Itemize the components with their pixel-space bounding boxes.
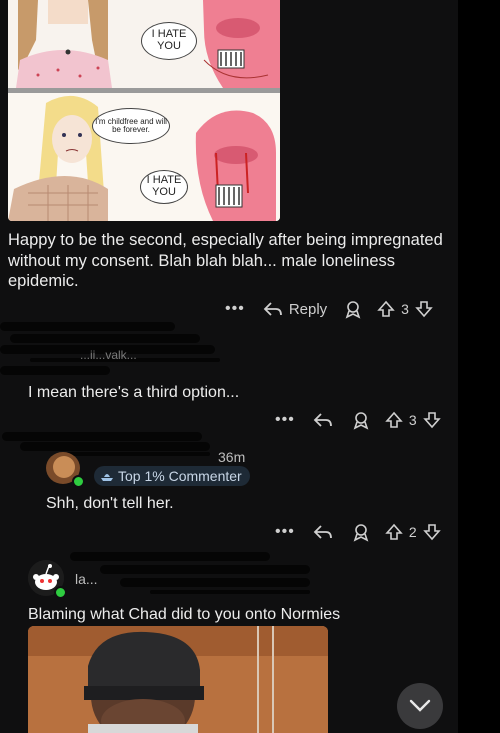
meme-bubble-top: I HATE YOU (141, 22, 197, 60)
chevron-down-icon (409, 699, 431, 712)
right-rail (458, 0, 500, 733)
reply-icon (263, 302, 282, 316)
comment2-action-bar: ••• 2 (275, 522, 441, 542)
more-options-button[interactable]: ••• (225, 300, 245, 318)
vote-count: 2 (408, 524, 417, 540)
reply-button[interactable]: Reply (263, 300, 327, 318)
upvote-icon (385, 523, 403, 540)
award-icon (353, 524, 369, 542)
comment1-text: I mean there's a third option... (28, 384, 240, 401)
redaction-scribble (60, 452, 210, 456)
downvote-icon (415, 301, 433, 318)
vote-count: 3 (401, 301, 409, 317)
top-commenter-badge: Top 1% Commenter (94, 466, 250, 486)
meme-top-panel: I HATE YOU (8, 0, 280, 88)
award-icon (353, 412, 369, 430)
post-action-bar: ••• Reply 3 (225, 299, 433, 319)
comment3-image-art (28, 626, 328, 733)
badge-icon (101, 474, 113, 481)
comment1-action-bar: ••• 3 (275, 410, 441, 430)
reply-button[interactable] (313, 411, 333, 429)
comment3-image[interactable] (28, 626, 328, 733)
redaction-scribble (70, 552, 270, 561)
reply-icon (313, 413, 332, 427)
scroll-down-button[interactable] (397, 683, 443, 729)
online-indicator (54, 586, 67, 599)
redaction-scribble (0, 366, 110, 375)
more-options-button[interactable]: ••• (275, 523, 295, 541)
comment2-timestamp: 36m (218, 449, 246, 465)
upvote-icon (385, 411, 403, 428)
award-button[interactable] (351, 410, 371, 430)
redaction-scribble (10, 334, 200, 343)
meme-bubble-bottom: I HATE YOU (140, 170, 188, 204)
post-body-text: Happy to be the second, especially after… (8, 231, 443, 290)
award-button[interactable] (343, 299, 363, 319)
downvote-icon (422, 524, 441, 541)
badge-label: Top 1% Commenter (118, 468, 242, 484)
reply-button[interactable] (313, 523, 333, 541)
reply-label: Reply (288, 300, 328, 318)
post-meme-image[interactable]: I HATE YOU I'm childfree and will be for… (8, 0, 280, 221)
downvote-button[interactable] (422, 411, 441, 429)
meme-bubble-middle: I'm childfree and will be forever. (92, 108, 170, 144)
downvote-button[interactable] (422, 523, 441, 541)
more-options-button[interactable]: ••• (275, 411, 295, 429)
reply-icon (313, 525, 332, 539)
redaction-scribble (100, 565, 310, 574)
redaction-scribble (2, 432, 202, 441)
online-indicator (72, 475, 85, 488)
downvote-button[interactable] (415, 300, 433, 318)
redaction-scribble (150, 590, 310, 594)
comment3-text: Blaming what Chad did to you onto Normie… (28, 606, 341, 623)
comment3-username[interactable]: la... (75, 571, 98, 587)
redaction-scribble (0, 322, 175, 331)
comment1-username[interactable]: ...ii...valk... (80, 348, 137, 362)
upvote-icon (377, 300, 395, 317)
redaction-scribble (20, 442, 210, 451)
comment2-text: Shh, don't tell her. (46, 495, 174, 512)
award-button[interactable] (351, 522, 371, 542)
upvote-button[interactable] (377, 300, 395, 318)
award-icon (345, 301, 361, 319)
upvote-button[interactable] (385, 523, 403, 541)
vote-count: 3 (408, 412, 417, 428)
upvote-button[interactable] (385, 411, 403, 429)
redaction-scribble (120, 578, 310, 587)
downvote-icon (422, 412, 441, 429)
